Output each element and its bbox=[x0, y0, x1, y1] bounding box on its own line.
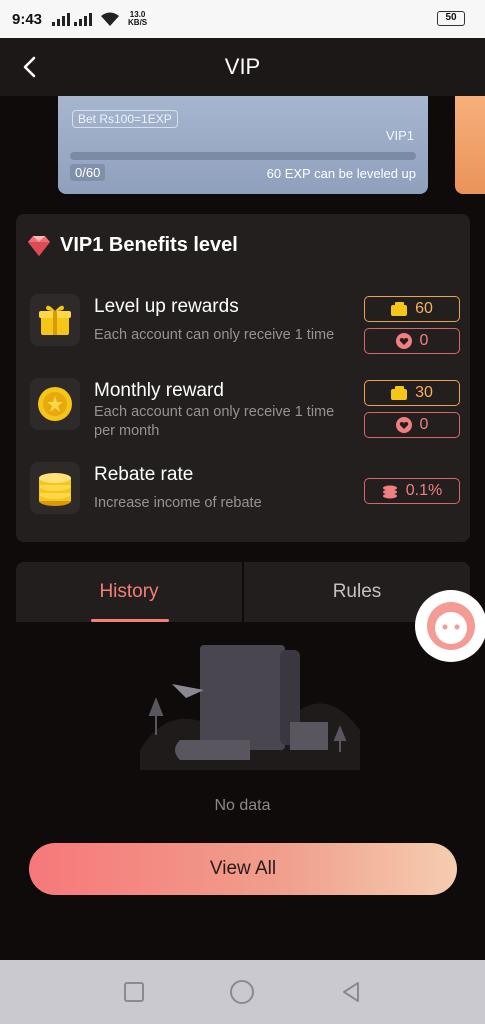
signal-icon-2 bbox=[74, 12, 93, 26]
exp-rule-label: Bet Rs100=1EXP bbox=[72, 110, 178, 128]
vip-card[interactable]: Bet Rs100=1EXP VIP1 0/60 60 EXP can be l… bbox=[58, 96, 428, 194]
recents-icon[interactable] bbox=[122, 980, 146, 1004]
reward-red-pill: 0 bbox=[364, 412, 460, 438]
net-speed: 13.0 KB/S bbox=[128, 10, 148, 27]
tab-bar: History Rules bbox=[16, 562, 470, 622]
rebate-rate-value: 0.1% bbox=[405, 482, 443, 499]
view-all-button[interactable]: View All bbox=[29, 843, 457, 895]
floating-support-button[interactable] bbox=[415, 590, 485, 662]
benefit-desc: Each account can only receive 1 time per… bbox=[94, 404, 335, 439]
wifi-icon bbox=[101, 12, 120, 26]
home-icon[interactable] bbox=[229, 979, 255, 1005]
benefits-header: VIP1 Benefits level bbox=[26, 234, 238, 257]
status-bar: 9:43 13.0 KB/S 50 bbox=[0, 0, 485, 38]
tab-history-label: History bbox=[99, 581, 159, 602]
clock: 9:43 bbox=[12, 10, 43, 28]
benefits-panel: VIP1 Benefits level Level up rewards Eac… bbox=[16, 214, 470, 542]
reward-red-value: 0 bbox=[419, 332, 429, 349]
gift-icon bbox=[30, 294, 80, 346]
coin-icon bbox=[30, 378, 80, 430]
battery-icon: 50 bbox=[437, 11, 465, 26]
page-title: VIP bbox=[224, 54, 261, 79]
vip-card-carousel[interactable]: Bet Rs100=1EXP VIP1 0/60 60 EXP can be l… bbox=[0, 96, 485, 200]
reward-gold-value: 60 bbox=[415, 300, 433, 317]
exp-progress-bar bbox=[70, 152, 416, 160]
benefit-row-rebate: Rebate rate Increase income of rebate 0.… bbox=[30, 462, 460, 522]
exp-needed-text: 60 EXP can be leveled up bbox=[266, 166, 416, 181]
reward-red-value: 0 bbox=[419, 416, 429, 433]
coins-icon bbox=[382, 485, 397, 499]
next-vip-card[interactable] bbox=[455, 96, 485, 194]
tab-rules-label: Rules bbox=[332, 581, 382, 602]
reward-gold-value: 30 bbox=[415, 384, 433, 401]
tab-active-underline bbox=[91, 619, 169, 622]
wallet-icon bbox=[391, 302, 408, 316]
empty-state-text: No data bbox=[214, 797, 271, 814]
benefit-name: Rebate rate bbox=[94, 464, 194, 485]
signal-icon bbox=[52, 12, 71, 26]
system-nav-bar bbox=[0, 960, 485, 1024]
wallet-icon bbox=[391, 386, 408, 400]
coin-stack-icon bbox=[30, 462, 80, 514]
benefit-row-levelup: Level up rewards Each account can only r… bbox=[30, 294, 460, 354]
benefit-desc: Each account can only receive 1 time bbox=[94, 327, 335, 343]
reward-gold-pill: 60 bbox=[364, 296, 460, 322]
benefit-name: Level up rewards bbox=[94, 296, 239, 317]
heart-coin-icon bbox=[395, 417, 412, 433]
benefit-desc: Increase income of rebate bbox=[94, 495, 262, 511]
page-header: VIP bbox=[0, 38, 485, 96]
mascot-icon bbox=[427, 602, 475, 650]
exp-progress-text: 0/60 bbox=[70, 164, 106, 181]
reward-red-pill: 0 bbox=[364, 328, 460, 354]
empty-state-illustration bbox=[140, 645, 360, 770]
benefit-name: Monthly reward bbox=[94, 380, 224, 401]
back-arrow-icon[interactable] bbox=[16, 53, 44, 81]
diamond-icon bbox=[28, 235, 50, 256]
tab-history[interactable]: History bbox=[16, 562, 242, 622]
rebate-rate-pill: 0.1% bbox=[364, 478, 460, 504]
reward-gold-pill: 30 bbox=[364, 380, 460, 406]
back-nav-icon[interactable] bbox=[339, 980, 363, 1004]
benefit-row-monthly: Monthly reward Each account can only rec… bbox=[30, 378, 460, 439]
benefits-title: VIP1 Benefits level bbox=[60, 234, 238, 256]
heart-coin-icon bbox=[395, 333, 412, 349]
vip-level-label: VIP1 bbox=[385, 128, 414, 143]
